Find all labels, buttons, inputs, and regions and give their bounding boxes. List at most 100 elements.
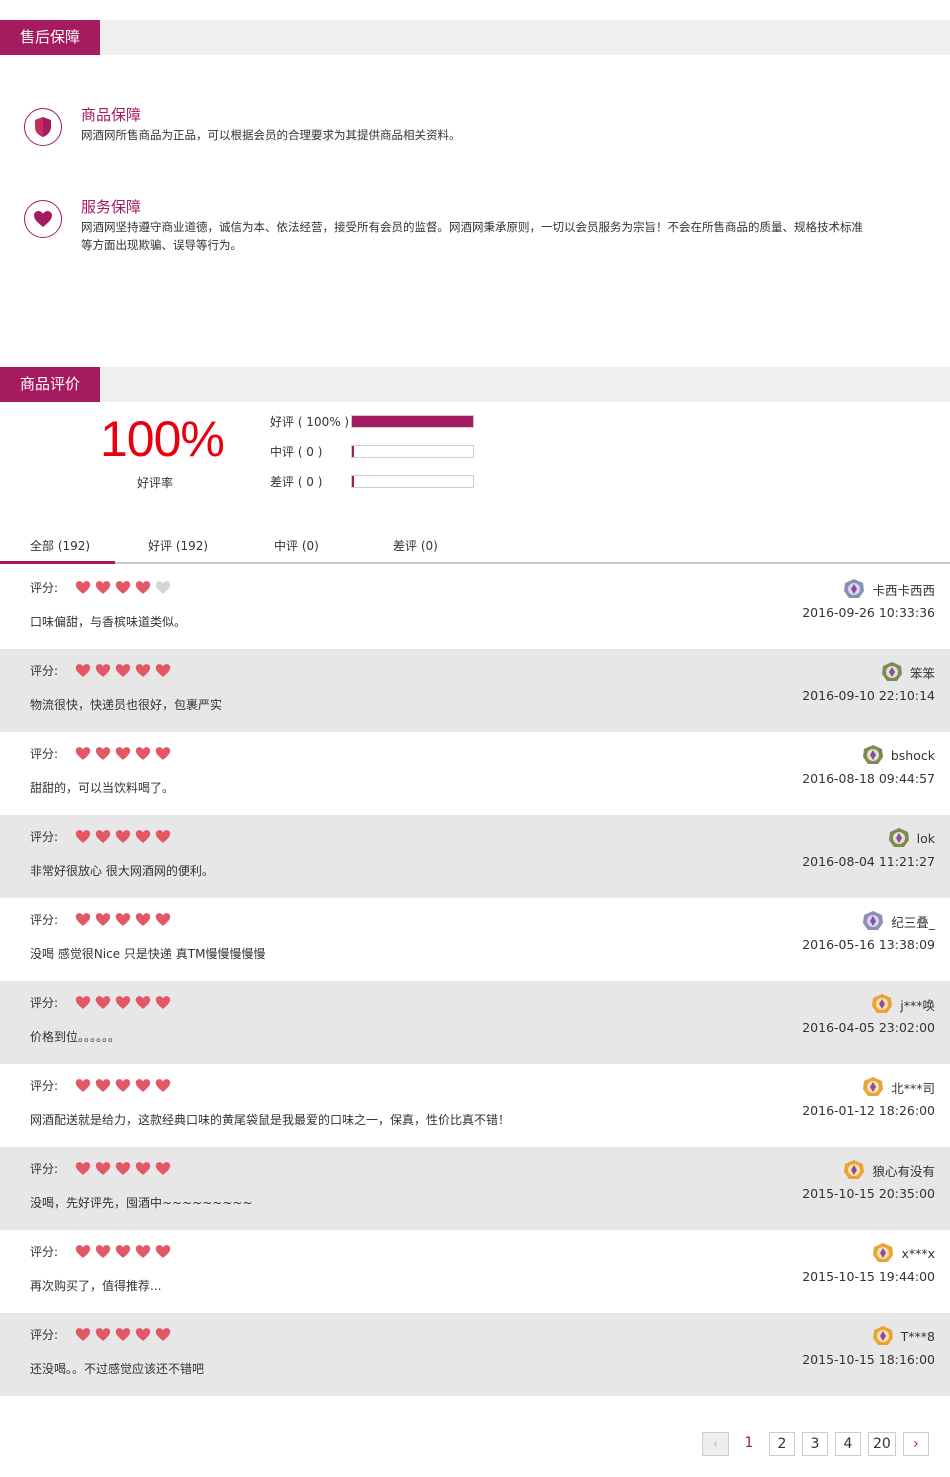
rating-stars <box>75 1161 171 1180</box>
heart-star-icon <box>115 580 131 599</box>
review-username[interactable]: 笨笨 <box>910 663 935 682</box>
member-badge-icon <box>844 579 865 598</box>
review-user: 狼心有没有 <box>842 1159 935 1181</box>
rating-bar-track <box>351 445 474 458</box>
heart-star-icon <box>115 663 131 682</box>
member-badge-icon <box>863 1077 884 1096</box>
review-user: 卡西卡西西 <box>842 578 935 600</box>
review-item: 评分: 还没喝。。不过感觉应该还不错吧 T***8 2015-10-15 18:16:… <box>0 1313 950 1396</box>
review-item: 评分: 网酒配送就是给力，这款经典口味的黄尾袋鼠是我最爱的口味之一，保真，性价比真… <box>0 1064 950 1147</box>
heart-star-icon <box>135 663 151 682</box>
rating-bar-track <box>351 475 474 488</box>
page-button[interactable]: 3 <box>802 1432 828 1456</box>
rating-bar-bad: 差评 ( 0 ) <box>270 474 480 490</box>
review-user: bshock <box>861 744 935 766</box>
rating-bar-fill <box>352 476 354 487</box>
tab-medium[interactable]: 中评 (0) <box>244 531 359 562</box>
review-comment: 非常好很放心 很大网酒网的便利。 <box>30 864 214 878</box>
review-item: 评分: 口味偏甜，与香槟味道类似。 卡西卡西西 2016-09-26 10:33:36 <box>0 566 950 649</box>
heart-star-icon <box>155 995 171 1014</box>
review-item: 评分: 没喝 感觉很Nice 只是快递 真TM慢慢慢慢慢 纪三叠_ 2016-05-1… <box>0 898 950 981</box>
heart-star-icon <box>115 829 131 848</box>
heart-star-icon <box>135 1244 151 1263</box>
review-username[interactable]: j***唤 <box>900 995 935 1014</box>
rating-stars <box>75 1244 171 1263</box>
service-guarantee-desc: 网酒网坚持遵守商业道德，诚信为本、依法经营，接受所有会员的监督。网酒网秉承原则，… <box>81 220 863 252</box>
review-date: 2015-10-15 18:16:00 <box>802 1352 935 1367</box>
rating-bar-label: 中评 ( 0 ) <box>270 445 323 459</box>
product-guarantee-desc: 网酒网所售商品为正品，可以根据会员的合理要求为其提供商品相关资料。 <box>81 128 461 142</box>
review-comment: 再次购买了，值得推荐... <box>30 1279 162 1293</box>
rating-stars <box>75 1327 171 1346</box>
review-date: 2015-10-15 19:44:00 <box>802 1269 935 1284</box>
heart-icon <box>24 200 62 238</box>
heart-star-icon <box>75 995 91 1014</box>
product-guarantee-title: 商品保障 <box>81 106 142 124</box>
heart-star-icon <box>75 1078 91 1097</box>
heart-star-icon <box>115 1078 131 1097</box>
heart-star-icon <box>75 1244 91 1263</box>
shield-icon <box>24 108 62 146</box>
review-date: 2016-05-16 13:38:09 <box>802 937 935 952</box>
heart-star-icon <box>95 1161 111 1180</box>
page-button[interactable]: 4 <box>835 1432 861 1456</box>
rating-stars <box>75 580 171 599</box>
prev-page-button[interactable]: ‹ <box>702 1432 729 1456</box>
review-comment: 口味偏甜，与香槟味道类似。 <box>30 615 187 629</box>
page-button-current[interactable]: 1 <box>736 1432 762 1456</box>
review-item: 评分: 再次购买了，值得推荐... x***x 2015-10-15 19:44:00 <box>0 1230 950 1313</box>
heart-star-icon <box>135 580 151 599</box>
heart-star-icon <box>95 995 111 1014</box>
review-user: 北***司 <box>861 1076 935 1098</box>
service-guarantee-title: 服务保障 <box>81 198 142 216</box>
heart-star-icon <box>75 1327 91 1346</box>
heart-star-icon <box>115 746 131 765</box>
page-button[interactable]: 2 <box>769 1432 795 1456</box>
heart-star-icon <box>95 580 111 599</box>
member-badge-icon <box>881 662 902 681</box>
review-date: 2016-08-04 11:21:27 <box>802 854 935 869</box>
heart-star-icon <box>75 580 91 599</box>
score-label: 评分: <box>30 747 59 761</box>
tab-bad[interactable]: 差评 (0) <box>363 531 478 562</box>
review-username[interactable]: lok <box>917 831 935 846</box>
review-username[interactable]: bshock <box>891 748 935 763</box>
after-sales-title: 售后保障 <box>0 20 100 55</box>
review-username[interactable]: T***8 <box>901 1329 935 1344</box>
heart-star-icon <box>95 1078 111 1097</box>
rating-stars <box>75 1078 171 1097</box>
score-label: 评分: <box>30 1079 59 1093</box>
tab-all[interactable]: 全部 (192) <box>0 531 115 564</box>
after-sales-header: 售后保障 <box>0 20 950 55</box>
heart-star-icon <box>155 663 171 682</box>
review-tabs: 全部 (192) 好评 (192) 中评 (0) 差评 (0) <box>0 531 950 564</box>
heart-star-icon <box>95 829 111 848</box>
review-username[interactable]: 卡西卡西西 <box>872 580 935 599</box>
review-username[interactable]: 北***司 <box>891 1078 935 1097</box>
review-date: 2016-09-10 22:10:14 <box>802 688 935 703</box>
heart-star-icon <box>135 1327 151 1346</box>
heart-star-icon <box>75 746 91 765</box>
reviews-title: 商品评价 <box>0 367 100 402</box>
heart-star-icon <box>75 663 91 682</box>
review-comment: 甜甜的，可以当饮料喝了。 <box>30 781 175 795</box>
review-username[interactable]: 狼心有没有 <box>872 1161 935 1180</box>
review-comment: 物流很快，快递员也很好，包裹严实 <box>30 698 223 712</box>
next-page-button[interactable]: › <box>902 1432 929 1456</box>
score-label: 评分: <box>30 996 59 1010</box>
review-user: T***8 <box>871 1325 935 1347</box>
review-user: 笨笨 <box>880 661 935 683</box>
rating-bar-track <box>351 415 474 428</box>
heart-star-icon <box>135 912 151 931</box>
rating-stars <box>75 995 171 1014</box>
review-date: 2016-09-26 10:33:36 <box>802 605 935 620</box>
tab-good[interactable]: 好评 (192) <box>118 531 233 562</box>
member-badge-icon <box>862 745 883 764</box>
review-username[interactable]: 纪三叠_ <box>891 912 935 931</box>
review-username[interactable]: x***x <box>901 1246 935 1261</box>
page-button[interactable]: 20 <box>868 1432 896 1456</box>
member-badge-icon <box>844 1160 865 1179</box>
score-label: 评分: <box>30 1245 59 1259</box>
review-user: x***x <box>871 1242 935 1264</box>
heart-star-icon <box>135 995 151 1014</box>
